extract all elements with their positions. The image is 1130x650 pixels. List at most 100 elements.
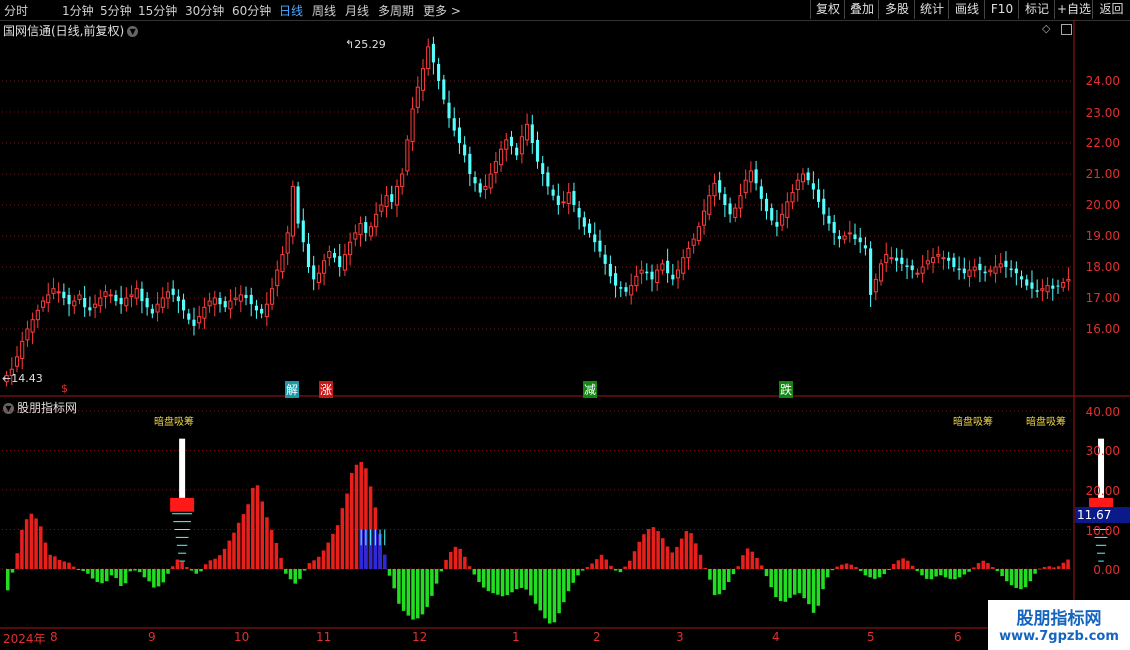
indicator-bar	[472, 569, 477, 575]
candle-body	[46, 294, 51, 304]
candle-body	[62, 291, 66, 298]
indicator-bar	[519, 569, 524, 588]
candle-body	[983, 271, 987, 274]
indicator-bar	[665, 546, 670, 569]
candle-body	[1035, 290, 1039, 292]
candle-body	[20, 340, 25, 359]
candle-body	[712, 182, 717, 197]
chart-canvas[interactable]	[0, 0, 1130, 650]
indicator-bar	[161, 569, 166, 583]
candle-body	[1030, 282, 1034, 289]
indicator-bar	[232, 532, 236, 569]
candle-body	[176, 296, 180, 302]
y-tick-label: 23.00	[1085, 106, 1120, 120]
y-tick-label: 0.00	[1093, 563, 1120, 577]
indicator-bar	[24, 519, 29, 569]
indicator-bar	[1014, 569, 1018, 588]
indicator-bars	[6, 461, 1070, 624]
candle-body	[88, 307, 92, 311]
candle-body	[947, 257, 951, 261]
indicator-bar	[533, 569, 538, 604]
candle-body	[614, 273, 618, 286]
candlestick-series	[4, 36, 1071, 387]
candle-body	[873, 278, 878, 293]
indicator-bar	[434, 569, 439, 584]
candle-body	[415, 86, 420, 108]
candle-body	[301, 220, 305, 243]
y-tick-label: 16.00	[1085, 322, 1120, 336]
alert-label: 暗盘吸筹	[154, 417, 194, 428]
candle-body	[504, 139, 509, 150]
candle-body	[535, 139, 540, 162]
y-tick-label: 20.00	[1085, 198, 1120, 212]
indicator-bar	[251, 488, 255, 569]
alert-block	[170, 497, 195, 512]
candle-body	[228, 300, 233, 310]
candle-body	[56, 291, 61, 294]
indicator-bar	[439, 569, 444, 572]
indicator-bar	[976, 563, 981, 569]
indicator-bar	[788, 569, 792, 598]
indicator-bar	[38, 526, 43, 569]
indicator-bar	[123, 569, 128, 584]
x-tick-label: 12	[412, 630, 428, 644]
signal-jie[interactable]: 解	[285, 381, 300, 398]
candle-body	[426, 46, 431, 70]
indicator-bar	[868, 569, 872, 578]
candle-body	[941, 257, 946, 260]
candle-body	[993, 266, 998, 274]
candle-body	[394, 185, 400, 206]
candle-body	[473, 177, 477, 184]
candle-body	[192, 319, 196, 326]
candle-body	[332, 253, 337, 258]
candle-body	[827, 215, 831, 224]
indicator-bar	[613, 569, 618, 571]
candle-body	[1009, 268, 1013, 271]
indicator-bar	[142, 569, 147, 578]
site-watermark: 股朋指标网 www.7gpzb.com	[988, 600, 1130, 650]
candle-body	[384, 195, 389, 208]
candle-body	[587, 223, 592, 233]
indicator-bar	[307, 563, 312, 569]
indicator-bar	[453, 546, 458, 569]
candle-body	[1056, 285, 1060, 287]
candle-body	[25, 328, 30, 341]
indicator-bar	[962, 569, 967, 575]
indicator-bar	[222, 548, 227, 569]
indicator-bar	[887, 569, 891, 570]
indicator-bar	[628, 560, 632, 569]
candle-body	[686, 247, 691, 259]
candle-body	[260, 308, 264, 314]
candle-body	[223, 301, 227, 308]
indicator-bar	[943, 569, 948, 578]
candle-body	[624, 287, 628, 292]
candle-body	[108, 294, 113, 297]
candle-body	[249, 294, 253, 305]
indicator-bar	[486, 569, 491, 592]
candle-body	[748, 170, 753, 183]
indicator-bar	[401, 569, 406, 611]
indicator-bar	[811, 569, 816, 613]
indicator-bar	[236, 522, 241, 569]
signal-die[interactable]: 跌	[779, 381, 794, 398]
candle-body	[493, 161, 498, 173]
candle-body	[718, 180, 722, 193]
indicator-bar	[769, 569, 773, 588]
low-price-label: ←14.43	[2, 372, 43, 385]
candle-body	[910, 265, 914, 271]
indicator-bar	[543, 569, 547, 619]
indicator-bar	[529, 569, 533, 596]
signal-zhang[interactable]: 涨	[319, 381, 334, 398]
indicator-bar	[1023, 569, 1028, 588]
candle-body	[878, 263, 884, 282]
indicator-bar	[491, 569, 495, 594]
signal-jian[interactable]: 减	[583, 381, 598, 398]
indicator-bar	[406, 569, 411, 616]
indicator-bar	[415, 569, 420, 619]
candle-body	[290, 185, 295, 237]
candle-body	[207, 300, 212, 307]
indicator-bar	[128, 569, 133, 572]
candle-body	[988, 269, 993, 273]
candle-body	[72, 300, 77, 307]
indicator-bar	[76, 569, 81, 570]
